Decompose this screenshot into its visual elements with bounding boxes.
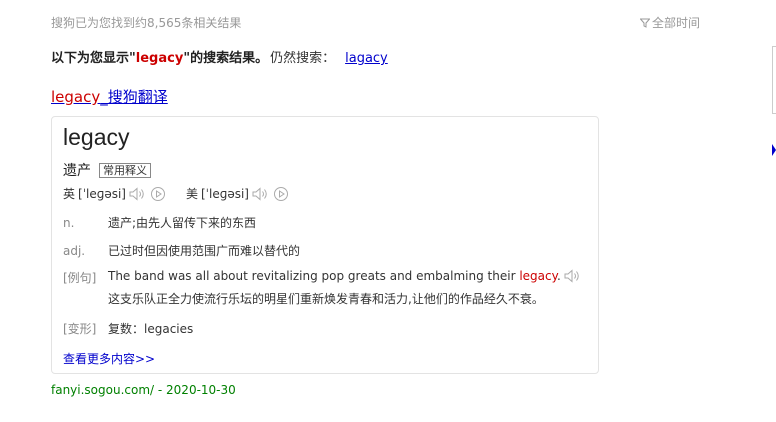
time-filter[interactable]: 全部时间 (640, 14, 700, 31)
us-label: 美 (185, 187, 198, 201)
time-filter-label: 全部时间 (652, 16, 701, 30)
triangle-right-icon[interactable] (772, 144, 776, 156)
dictionary-card: legacy 遗产 常用释义 英 [ˈleɡəsi] 美 [ˈleɡəsi] n… (51, 116, 599, 374)
title-keyword: legacy (51, 88, 101, 106)
uk-phonetic: [ˈleɡəsi] (78, 186, 126, 201)
definition-text: 已过时但因使用范围广而难以替代的 (108, 244, 301, 258)
inflection-row: [变形] 复数：legacies (63, 320, 193, 337)
pronunciation-us: 美 [ˈleɡəsi] (186, 185, 289, 202)
example-keyword: legacy (519, 269, 558, 283)
common-meaning-tag: 常用释义 (99, 162, 151, 178)
main-meaning-row: 遗产 常用释义 (63, 160, 151, 180)
definition-row: adj. 已过时但因使用范围广而难以替代的 (63, 242, 300, 259)
definition-row: n. 遗产;由先人留传下来的东西 (63, 214, 256, 231)
result-count: 搜狗已为您找到约8,565条相关结果 (51, 16, 242, 30)
speaker-icon[interactable] (252, 186, 270, 201)
sidebar-edge-box (772, 46, 776, 114)
part-of-speech: n. (63, 216, 75, 230)
example-end: . (557, 269, 561, 283)
result-title-link[interactable]: legacy_搜狗翻译 (51, 86, 168, 107)
example-english: The band was all about revitalizing pop … (108, 269, 582, 283)
filter-icon (640, 18, 650, 28)
still-search-label: 仍然搜索： (270, 51, 336, 66)
example-label: [例句] (63, 271, 97, 285)
main-meaning: 遗产 (63, 163, 91, 179)
correction-suffix: "的搜索结果。 (183, 51, 269, 66)
slow-play-icon[interactable] (150, 186, 166, 202)
original-query-link[interactable]: lagacy (345, 51, 388, 66)
example-text: The band was all about revitalizing pop … (108, 269, 520, 283)
pronunciation-uk: 英 [ˈleɡəsi] (63, 185, 166, 202)
definition-text: 遗产;由先人留传下来的东西 (108, 216, 257, 230)
spell-correction: 以下为您显示"legacy"的搜索结果。 仍然搜索： lagacy (51, 47, 388, 66)
corrected-keyword: legacy (135, 51, 184, 66)
correction-prefix: 以下为您显示" (51, 51, 136, 66)
headword: legacy (63, 124, 130, 150)
part-of-speech: adj. (63, 244, 86, 258)
slow-play-icon[interactable] (273, 186, 289, 202)
example-chinese: 这支乐队正全力使流行乐坛的明星们重新焕发青春和活力,让他们的作品经久不衰。 (108, 292, 544, 306)
speaker-icon[interactable] (129, 186, 147, 201)
speaker-icon[interactable] (564, 269, 582, 283)
view-more-link[interactable]: 查看更多内容>> (63, 350, 155, 367)
result-cite: fanyi.sogou.com/ - 2020-10-30 (51, 383, 236, 397)
us-phonetic: [ˈleɡəsi] (201, 186, 249, 201)
uk-label: 英 (63, 187, 76, 201)
inflection-label: [变形] (63, 322, 97, 336)
title-rest: _搜狗翻译 (100, 88, 168, 106)
pronunciation-row: 英 [ˈleɡəsi] 美 [ˈleɡəsi] (63, 185, 289, 202)
inflection-text: 复数：legacies (108, 322, 194, 336)
